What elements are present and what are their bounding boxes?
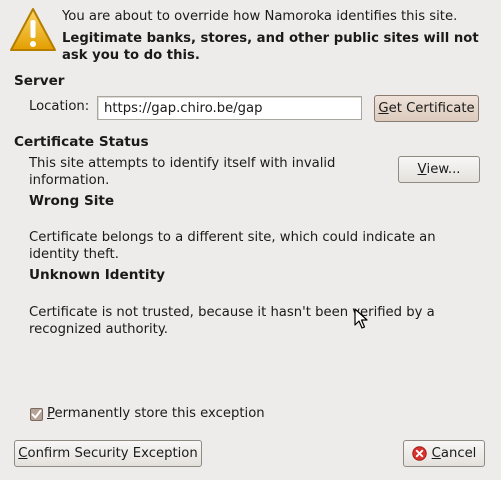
view-accel: V (417, 162, 427, 177)
server-heading: Server (14, 73, 65, 89)
mouse-pointer-icon (354, 308, 368, 329)
confirm-label: onfirm Security Exception (27, 446, 198, 461)
view-button[interactable]: View... (398, 156, 480, 183)
cancel-accel: C (431, 446, 441, 461)
wrong-site-text: Certificate belongs to a different site,… (29, 230, 436, 262)
cancel-circle-icon (411, 446, 427, 461)
location-input[interactable] (97, 96, 362, 120)
warning-message: You are about to override how Namoroka i… (62, 9, 458, 24)
confirm-security-exception-button[interactable]: Confirm Security Exception (14, 440, 202, 467)
warning-triangle-icon (10, 8, 56, 51)
wrong-site-title: Wrong Site (29, 193, 115, 209)
get-certificate-accel: G (378, 101, 389, 116)
location-label: Location: (29, 99, 90, 114)
cancel-label: ancel (440, 446, 477, 461)
certificate-status-heading: Certificate Status (14, 134, 149, 150)
get-certificate-button[interactable]: Get Certificate (374, 95, 479, 122)
confirm-accel: C (18, 446, 28, 461)
permanent-store-label[interactable]: Permanently store this exception (47, 406, 265, 421)
unknown-identity-text: Certificate is not trusted, because it h… (29, 305, 435, 337)
view-label: iew... (426, 162, 461, 177)
unknown-identity-title: Unknown Identity (29, 267, 165, 283)
permanent-store-text: ermanently store this exception (54, 406, 265, 421)
warning-emphasis: Legitimate banks, stores, and other publ… (62, 31, 479, 63)
cancel-button[interactable]: Cancel (403, 440, 485, 467)
certificate-status-summary: This site attempts to identify itself wi… (29, 156, 336, 188)
permanent-store-checkbox[interactable] (30, 408, 43, 421)
get-certificate-label: et Certificate (388, 101, 475, 116)
checkmark-icon (31, 409, 42, 419)
